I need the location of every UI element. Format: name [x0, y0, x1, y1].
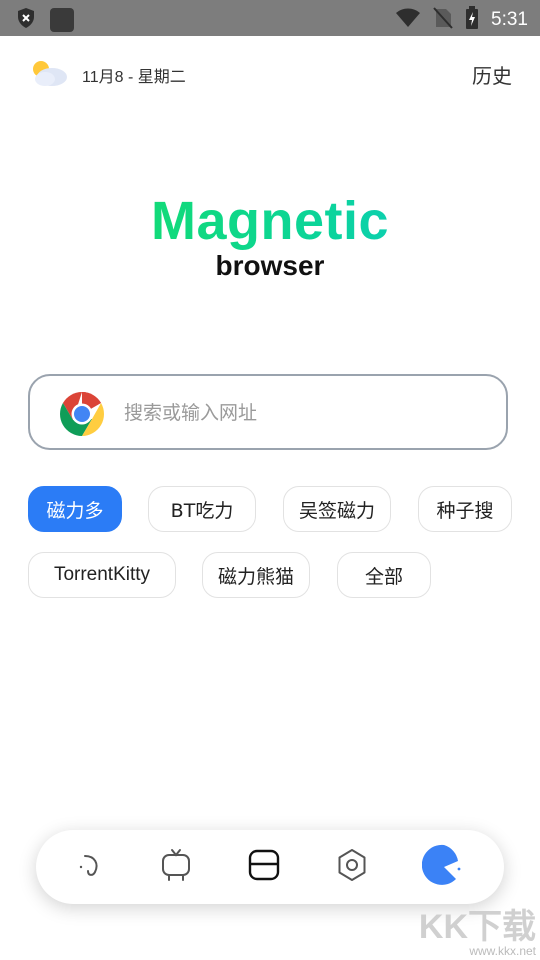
chip-btchili[interactable]: BT吃力 — [148, 486, 256, 532]
logo-title: Magnetic — [0, 190, 540, 252]
clock: 5:31 — [491, 9, 528, 30]
no-sim-icon — [433, 7, 453, 33]
chip-zhongzisou[interactable]: 种子搜 — [418, 486, 512, 532]
status-bar: 5:31 — [0, 0, 540, 36]
bottom-nav — [36, 830, 504, 904]
app-icon — [50, 8, 74, 32]
chrome-icon — [58, 390, 106, 442]
nav-tabs[interactable] — [234, 830, 294, 904]
chip-all[interactable]: 全部 — [337, 552, 431, 598]
search-input[interactable] — [122, 396, 486, 430]
nav-hook[interactable] — [60, 830, 120, 904]
battery-icon — [465, 6, 479, 34]
history-button[interactable]: 历史 — [472, 60, 512, 89]
partly-cloudy-icon — [28, 58, 70, 92]
watermark: KK下载 www.kkx.net — [419, 899, 536, 958]
date-weather: 11月8 - 星期二 — [28, 58, 186, 92]
watermark-logo: KK下载 — [418, 908, 536, 946]
settings-icon — [335, 848, 369, 886]
nav-settings[interactable] — [322, 830, 382, 904]
logo-subtitle: browser — [215, 250, 325, 281]
logo: Magnetic browser — [0, 190, 540, 282]
tv-icon — [160, 848, 192, 886]
tabs-icon — [248, 849, 280, 885]
chip-wuqian[interactable]: 吴签磁力 — [283, 486, 391, 532]
chip-cilixiongmao[interactable]: 磁力熊猫 — [202, 552, 310, 598]
nav-pacman[interactable] — [412, 830, 472, 904]
chip-torrentkitty[interactable]: TorrentKitty — [28, 552, 176, 598]
date-label: 11月8 - 星期二 — [82, 69, 186, 86]
pacman-icon — [421, 843, 462, 891]
chip-ciliduo[interactable]: 磁力多 — [28, 486, 122, 532]
nav-tv[interactable] — [146, 830, 206, 904]
search-bar[interactable] — [28, 374, 508, 450]
shield-icon — [16, 7, 36, 33]
hook-icon — [75, 850, 105, 884]
wifi-icon — [395, 8, 421, 32]
